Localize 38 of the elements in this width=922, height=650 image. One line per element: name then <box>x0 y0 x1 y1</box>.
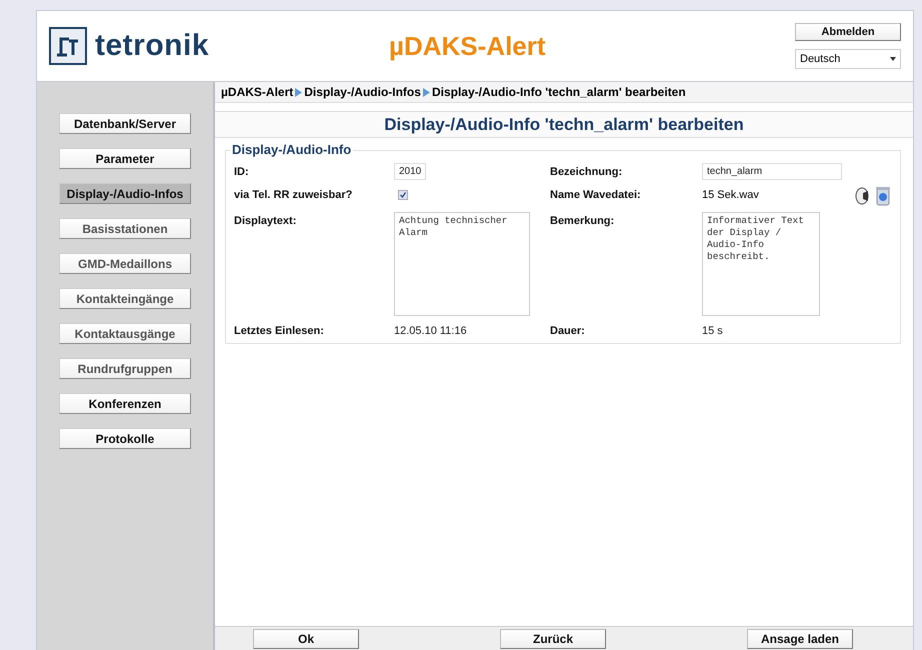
footer-button[interactable]: Zurück <box>500 629 606 649</box>
field-label: Bemerkung: <box>550 214 616 227</box>
caret-icon <box>890 57 896 61</box>
footer-button[interactable]: Ok <box>253 629 359 649</box>
field-label: Displaytext: <box>234 214 298 227</box>
input-field[interactable]: 2010 <box>394 163 426 180</box>
field-label: via Tel. RR zuweisbar? <box>234 188 354 201</box>
breadcrumb-item[interactable]: Display-/Audio-Infos <box>304 85 421 99</box>
fieldset-legend: Display-/Audio-Info <box>230 142 354 157</box>
input-field[interactable]: techn_alarm <box>702 163 842 180</box>
logo-icon <box>49 27 87 65</box>
text-area[interactable]: Informativer Text der Display / Audio-Info beschreibt. <box>702 212 820 316</box>
text-area[interactable]: Achtung technischer Alarm <box>394 212 530 316</box>
field-value: 15 Sek.wav <box>702 188 759 203</box>
footer-button[interactable]: Ansage laden <box>747 629 853 649</box>
language-select[interactable]: Deutsch <box>795 49 901 69</box>
chevron-icon <box>422 88 430 96</box>
trash-icon[interactable] <box>874 186 892 206</box>
field-label: ID: <box>234 165 250 178</box>
checkbox[interactable] <box>398 190 408 200</box>
app-title: µDAKS-Alert <box>389 30 547 62</box>
sidebar-item[interactable]: Parameter <box>59 148 191 169</box>
sidebar-item[interactable]: Konferenzen <box>59 393 191 414</box>
field-label: Bezeichnung: <box>550 165 624 178</box>
page-title: Display-/Audio-Info 'techn_alarm' bearbeiten <box>384 114 744 134</box>
field-value: 15 s <box>702 324 724 337</box>
sidebar-item[interactable]: Protokolle <box>59 428 191 449</box>
field-value: 12.05.10 11:16 <box>394 324 468 337</box>
field-label: Dauer: <box>550 324 586 337</box>
field-label: Name Wavedatei: <box>550 188 642 201</box>
logout-button[interactable]: Abmelden <box>795 23 901 41</box>
sidebar-item[interactable]: Datenbank/Server <box>59 113 191 134</box>
logo-text: tetronik <box>95 29 210 63</box>
breadcrumb-item[interactable]: µDAKS-Alert <box>221 85 294 99</box>
sidebar-item[interactable]: Display-/Audio-Infos <box>59 183 191 204</box>
chevron-icon <box>295 88 302 96</box>
breadcrumb-item: Display-/Audio-Info 'techn_alarm' bearbeiten <box>432 85 686 99</box>
field-label: Letztes Einlesen: <box>234 324 325 337</box>
